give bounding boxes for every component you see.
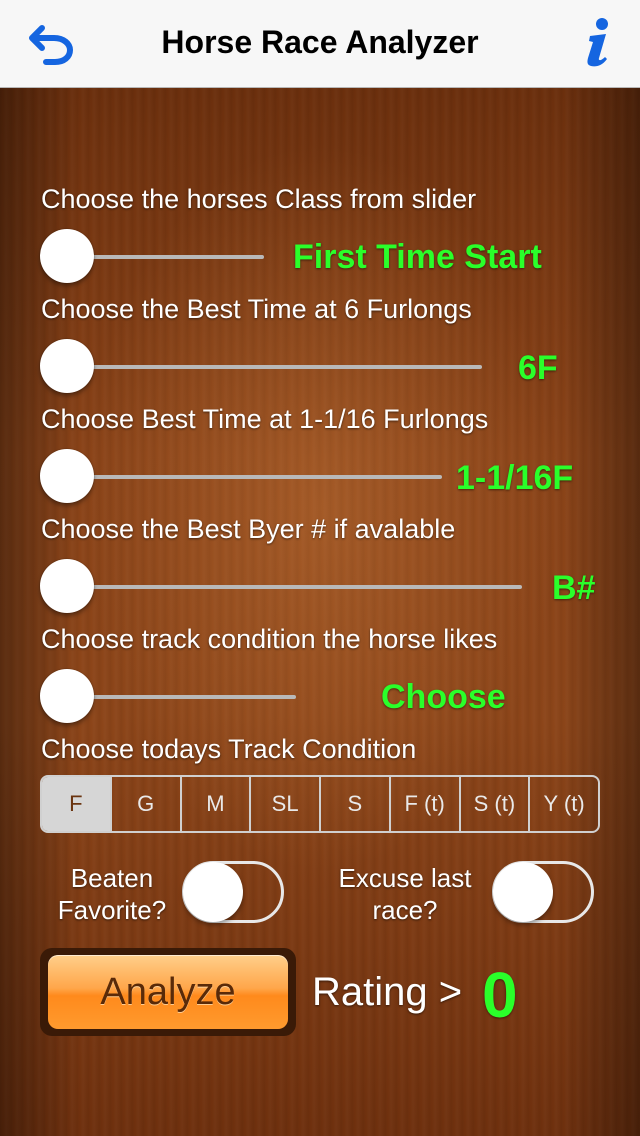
mile-sixteenth-value: 1-1/16F [456, 459, 574, 497]
excuse-last-race-label: Excuse last race? [322, 862, 488, 926]
navigation-bar: Horse Race Analyzer [0, 0, 640, 88]
six-furlong-value: 6F [518, 349, 558, 387]
slider-thumb[interactable] [40, 449, 94, 503]
toggle-knob [493, 862, 553, 922]
segment-fast[interactable]: F [42, 777, 110, 831]
beyer-slider-label: Choose the Best Byer # if avalable [41, 514, 456, 544]
slider-track [68, 365, 482, 369]
track-condition-segmented-control: F G M SL S F (t) S (t) Y (t) [40, 775, 600, 833]
segment-soft-turf[interactable]: S (t) [458, 777, 529, 831]
slider-thumb[interactable] [40, 339, 94, 393]
slider-track [68, 695, 296, 699]
track-condition-label: Choose todays Track Condition [41, 734, 417, 764]
toggle-knob [183, 862, 243, 922]
beaten-favorite-label: Beaten Favorite? [44, 862, 180, 926]
preferred-condition-value: Choose [381, 678, 506, 716]
beaten-favorite-label-line1: Beaten [70, 863, 154, 893]
page-title: Horse Race Analyzer [161, 24, 479, 60]
preferred-condition-slider[interactable] [40, 669, 296, 725]
six-furlong-slider-label: Choose the Best Time at 6 Furlongs [41, 294, 472, 324]
mile-sixteenth-slider[interactable] [40, 449, 442, 505]
segment-firm-turf[interactable]: F (t) [388, 777, 459, 831]
mile-sixteenth-slider-label: Choose Best Time at 1-1/16 Furlongs [41, 404, 489, 434]
class-slider-label: Choose the horses Class from slider [41, 184, 477, 214]
slider-thumb[interactable] [40, 229, 94, 283]
six-furlong-slider[interactable] [40, 339, 482, 395]
class-slider[interactable] [40, 229, 264, 285]
rating-label: Rating > [312, 970, 463, 1014]
beaten-favorite-label-line2: Favorite? [57, 895, 167, 925]
rating-value: 0 [482, 959, 518, 1031]
segment-good[interactable]: G [109, 777, 180, 831]
analyze-button[interactable]: Analyze [48, 955, 288, 1029]
excuse-last-race-label-line2: race? [372, 895, 438, 925]
class-value: First Time Start [293, 238, 542, 276]
beaten-favorite-toggle[interactable] [182, 861, 284, 923]
segment-yielding-turf[interactable]: Y (t) [528, 777, 598, 831]
preferred-condition-slider-label: Choose track condition the horse likes [41, 624, 498, 654]
analyze-button-frame: Analyze [40, 948, 296, 1036]
slider-thumb[interactable] [40, 559, 94, 613]
slider-track [68, 585, 522, 589]
slider-track [68, 475, 442, 479]
segment-sealed[interactable]: S [319, 777, 389, 831]
info-icon[interactable] [578, 16, 618, 68]
slider-track [68, 255, 264, 259]
beyer-slider[interactable] [40, 559, 522, 615]
segment-muddy[interactable]: M [179, 777, 250, 831]
beyer-value: B# [552, 569, 596, 607]
segment-sloppy[interactable]: SL [249, 777, 319, 831]
excuse-last-race-label-line1: Excuse last [338, 863, 472, 893]
excuse-last-race-toggle[interactable] [492, 861, 594, 923]
slider-thumb[interactable] [40, 669, 94, 723]
